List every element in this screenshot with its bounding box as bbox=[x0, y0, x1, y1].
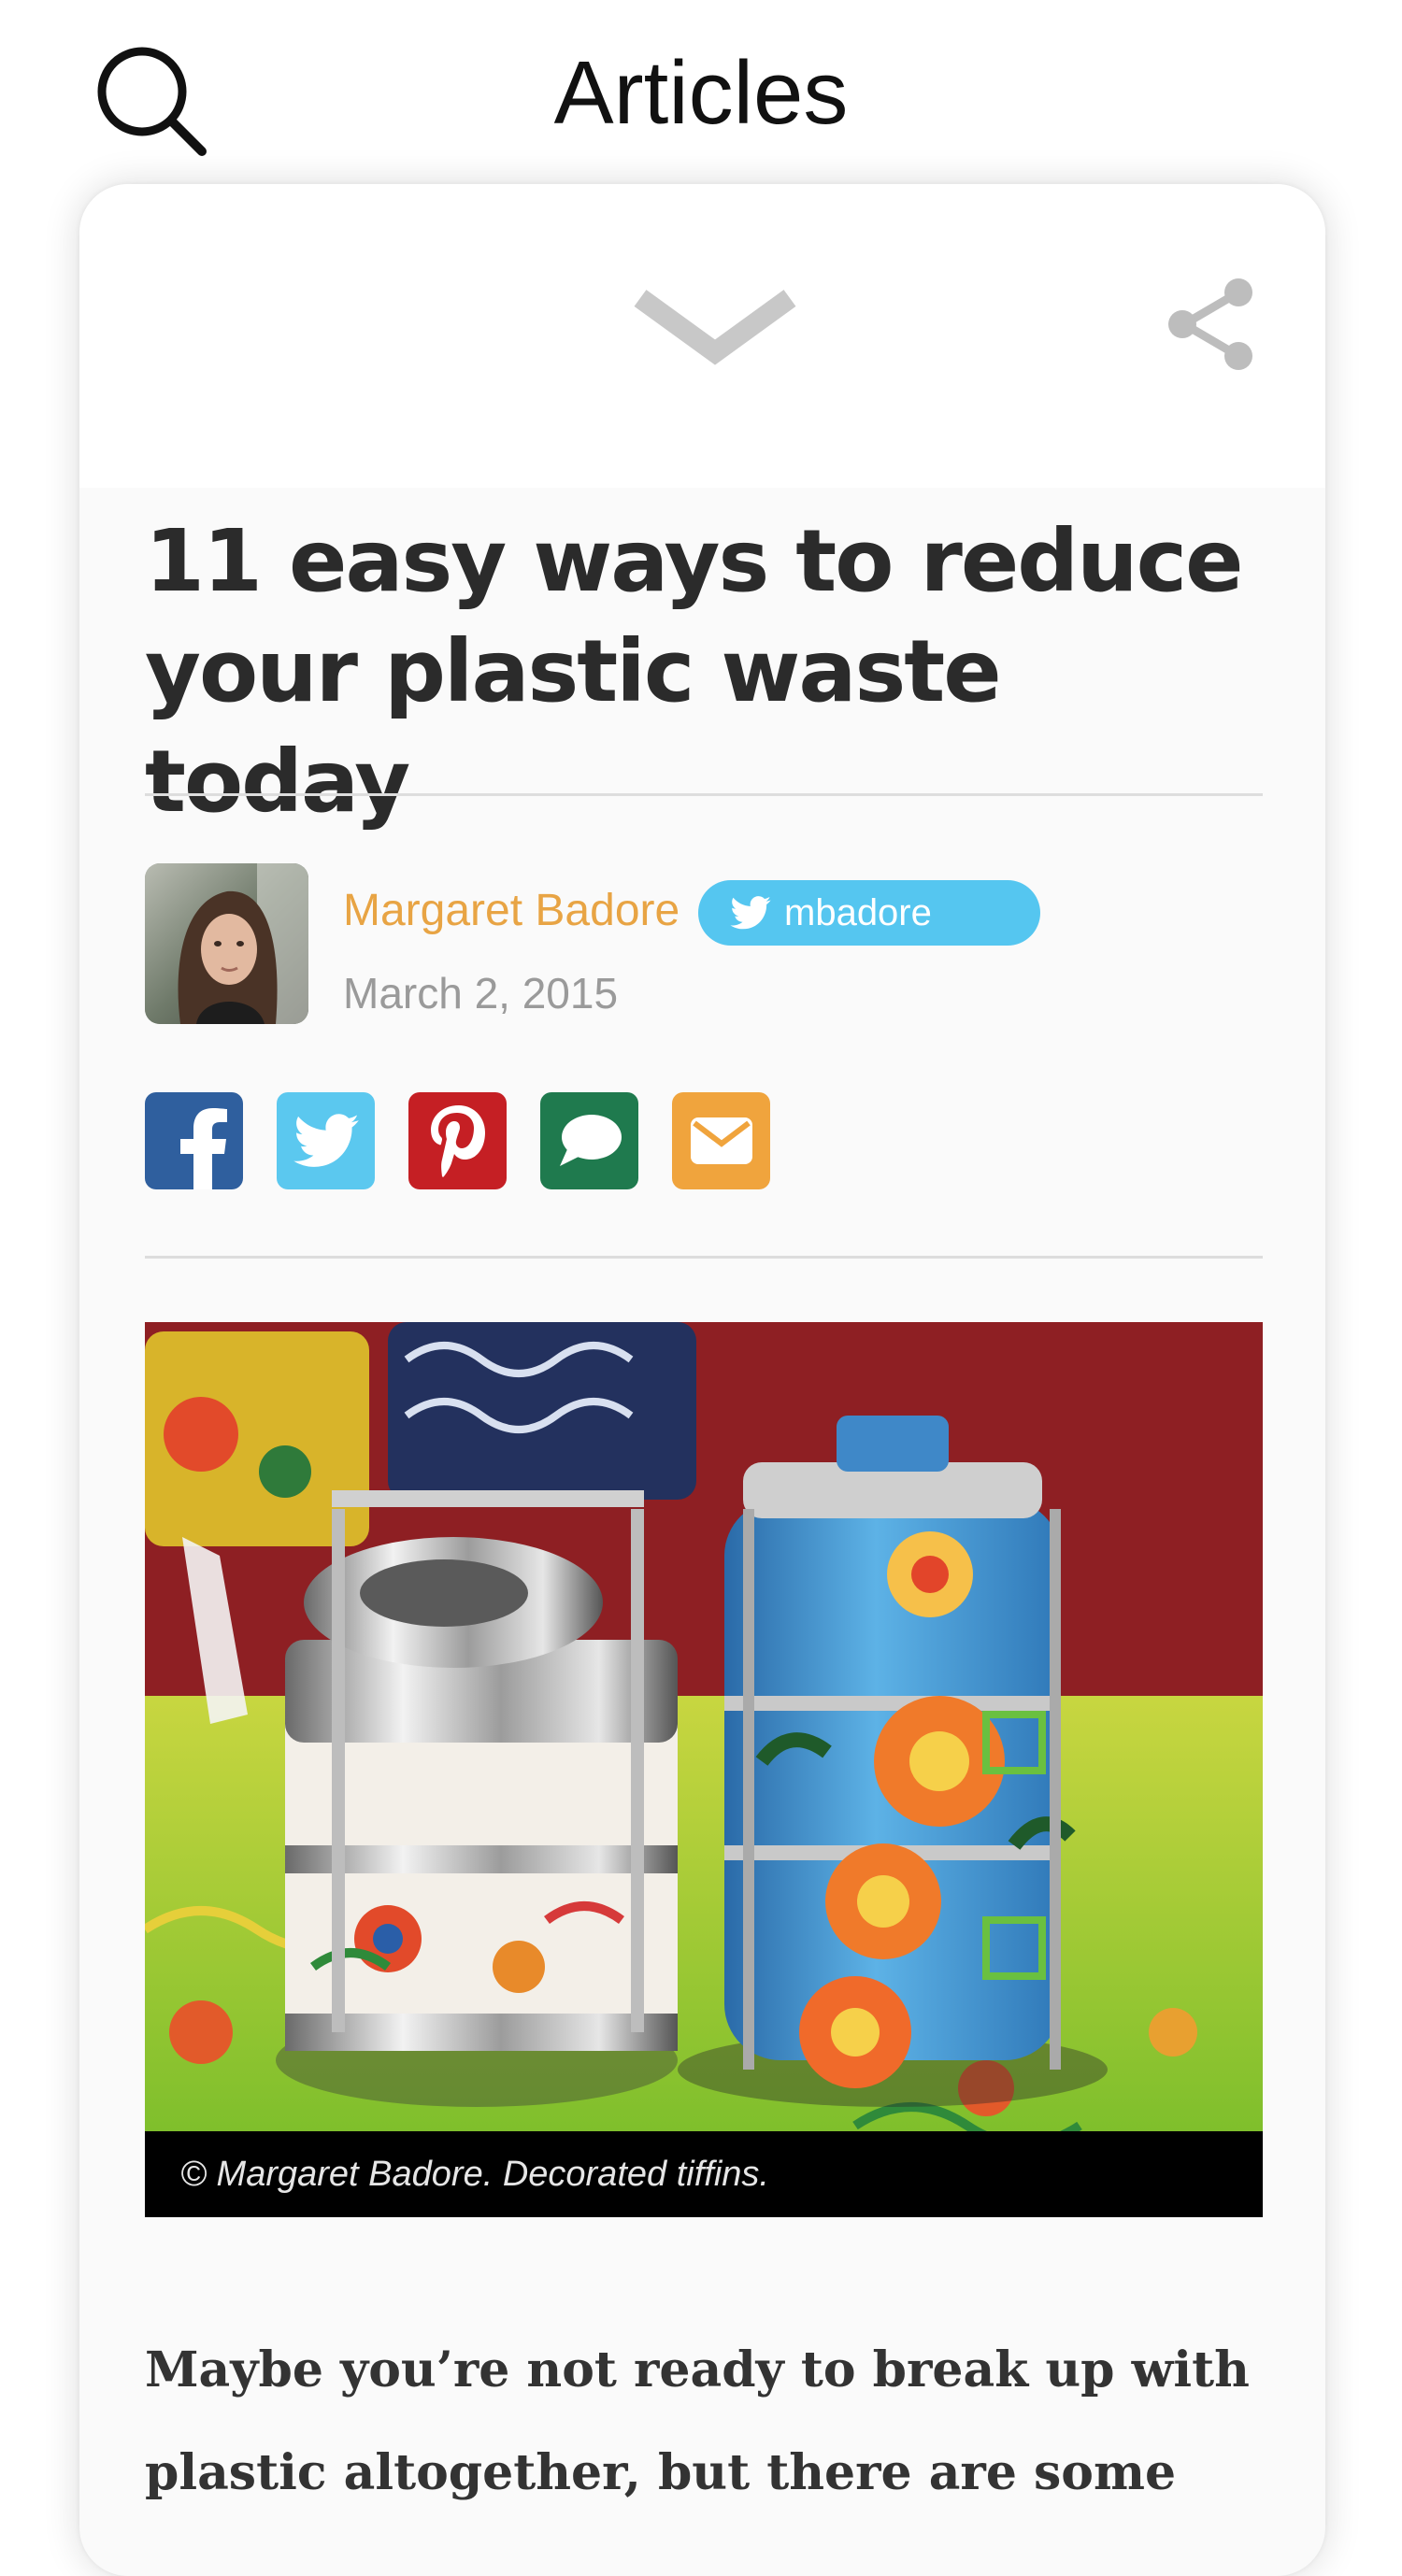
pinterest-icon bbox=[430, 1105, 485, 1177]
twitter-icon bbox=[293, 1114, 359, 1167]
collapse-button[interactable] bbox=[622, 278, 808, 380]
article-title: 11 easy ways to reduce your plastic wast… bbox=[145, 511, 1244, 832]
share-button[interactable] bbox=[1154, 278, 1266, 371]
author-avatar[interactable] bbox=[145, 863, 308, 1024]
share-icon bbox=[1168, 278, 1252, 370]
email-share-button[interactable] bbox=[672, 1092, 770, 1189]
author-name-link[interactable]: Margaret Badore bbox=[343, 883, 680, 939]
divider bbox=[145, 793, 1263, 796]
publish-date: March 2, 2015 bbox=[343, 969, 619, 1018]
article-hero-image bbox=[145, 1322, 1263, 2131]
twitter-handle-badge[interactable]: mbadore bbox=[698, 880, 1040, 946]
tiffin-photo bbox=[145, 1322, 1263, 2131]
article-card: 11 easy ways to reduce your plastic wast… bbox=[79, 184, 1325, 2576]
facebook-share-button[interactable] bbox=[145, 1092, 243, 1189]
message-share-button[interactable] bbox=[540, 1092, 638, 1189]
envelope-icon bbox=[690, 1117, 752, 1164]
twitter-handle: mbadore bbox=[784, 891, 932, 933]
avatar-portrait bbox=[145, 863, 308, 1024]
image-caption-bar: © Margaret Badore. Decorated tiffins. bbox=[145, 2131, 1263, 2217]
speech-bubble-icon bbox=[559, 1115, 622, 1166]
page-title: Articles bbox=[553, 43, 849, 143]
pinterest-share-button[interactable] bbox=[408, 1092, 507, 1189]
twitter-share-button[interactable] bbox=[277, 1092, 375, 1189]
chevron-down-icon bbox=[634, 290, 796, 365]
facebook-icon bbox=[180, 1108, 227, 1189]
app-header: Articles bbox=[0, 0, 1402, 178]
divider bbox=[145, 1256, 1263, 1259]
image-caption: © Margaret Badore. Decorated tiffins. bbox=[180, 2155, 769, 2194]
card-toolbar bbox=[79, 184, 1325, 488]
twitter-bird-icon bbox=[730, 896, 771, 930]
article-lede: Maybe you’re not ready to break up with … bbox=[145, 2341, 1250, 2501]
social-share-row bbox=[145, 1092, 770, 1189]
